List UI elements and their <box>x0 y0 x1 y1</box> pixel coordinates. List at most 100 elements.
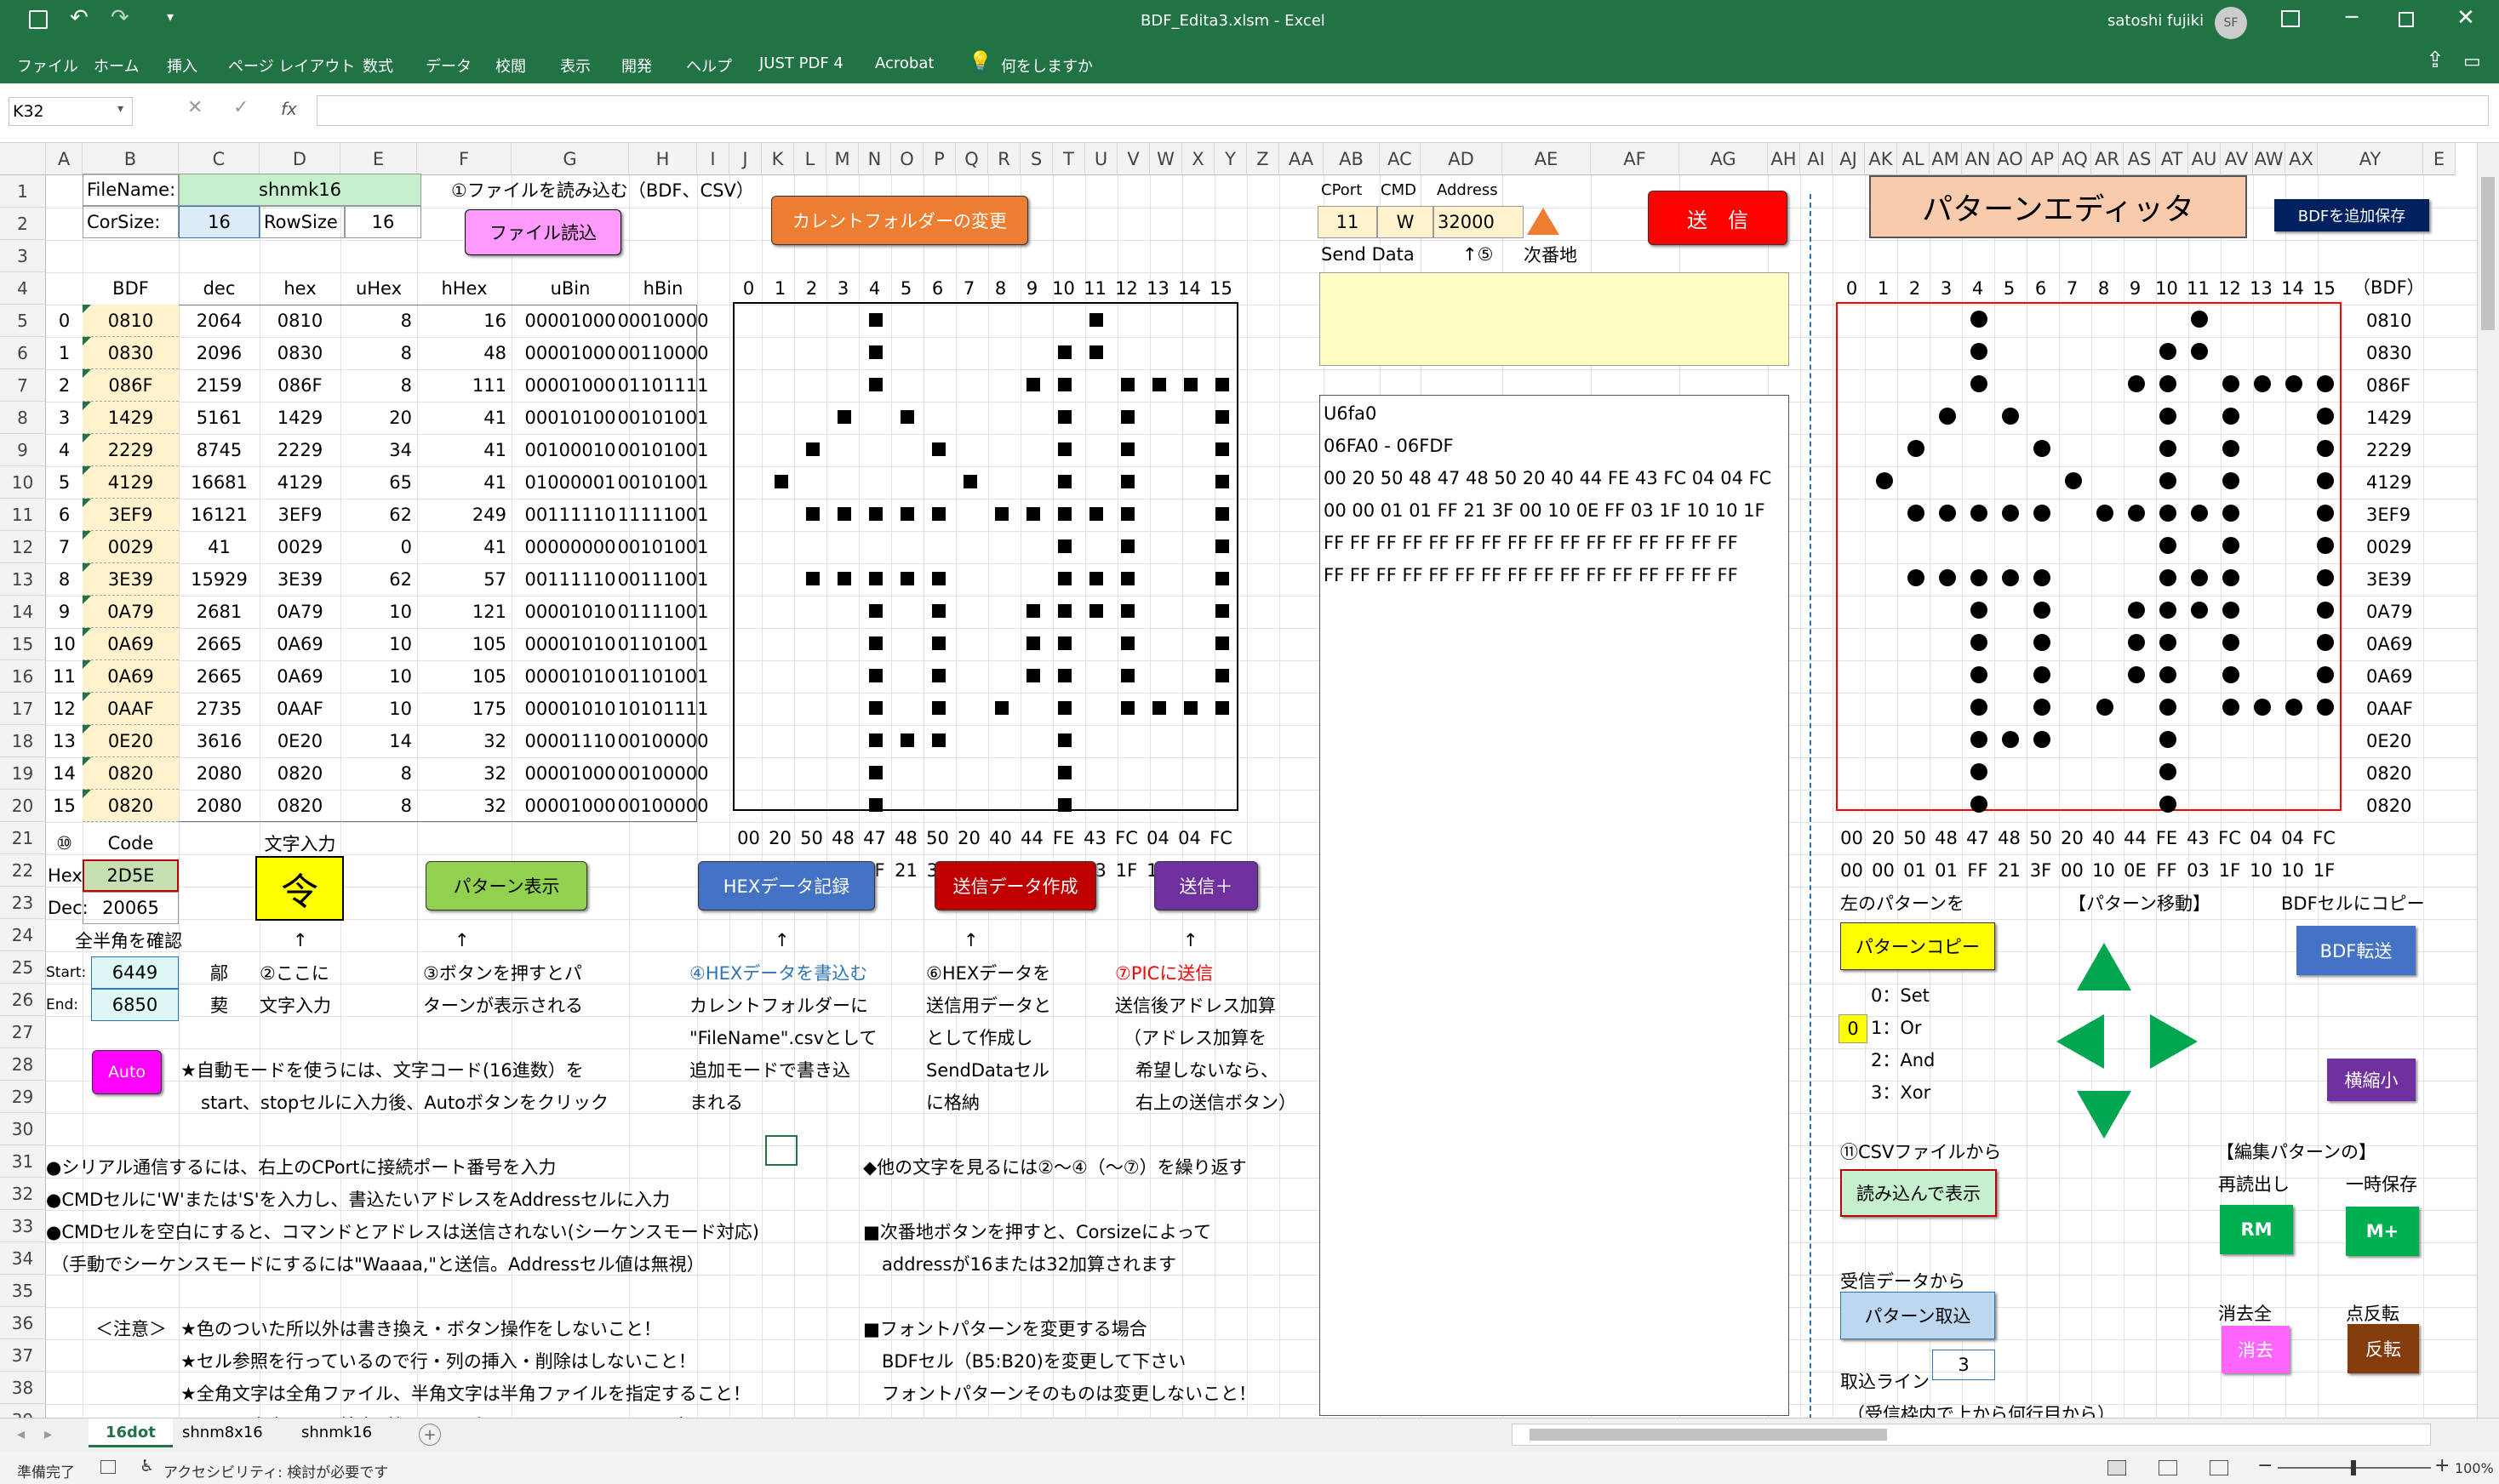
pattern-dot[interactable] <box>2191 343 2208 360</box>
sheet-tab-shnm8x16[interactable]: shnm8x16 <box>182 1424 263 1441</box>
erase-button[interactable]: 消去 <box>2222 1326 2290 1373</box>
pattern-dot[interactable] <box>2033 634 2050 651</box>
column-header[interactable]: AL <box>1897 143 1930 175</box>
pattern-dot[interactable] <box>2065 472 2082 489</box>
row-header[interactable]: 8 <box>0 402 46 434</box>
pattern-dot[interactable] <box>1970 763 1987 780</box>
pattern-dot[interactable] <box>2159 375 2176 392</box>
row-header[interactable]: 27 <box>0 1016 46 1048</box>
formula-input[interactable] <box>317 95 2489 126</box>
column-header[interactable]: AY <box>2318 143 2423 175</box>
pattern-dot[interactable] <box>2096 699 2113 716</box>
column-header[interactable]: J <box>729 143 762 175</box>
pattern-dot[interactable] <box>2159 796 2176 813</box>
pattern-dot[interactable] <box>2033 602 2050 619</box>
column-header[interactable]: I <box>697 143 729 175</box>
column-header[interactable]: AH <box>1768 143 1800 175</box>
avatar[interactable]: SF <box>2215 7 2247 39</box>
pattern-dot[interactable] <box>2222 472 2239 489</box>
hex-code-cell[interactable]: 2D5E <box>83 859 179 892</box>
name-box-dropdown-icon[interactable]: ▾ <box>117 102 123 116</box>
pattern-dot[interactable] <box>2317 375 2334 392</box>
pattern-dot[interactable] <box>1970 666 1987 683</box>
pattern-dot[interactable] <box>2191 505 2208 522</box>
pattern-dot[interactable] <box>2254 699 2271 716</box>
page-break-icon[interactable] <box>2210 1460 2228 1475</box>
row-header[interactable]: 38 <box>0 1372 46 1404</box>
pattern-dot[interactable] <box>2002 569 2019 586</box>
tab-view[interactable]: 表示 <box>560 54 591 77</box>
auto-button[interactable]: Auto <box>92 1050 162 1094</box>
filename-input[interactable]: shnmk16 <box>179 174 421 206</box>
rm-button[interactable]: RM <box>2220 1205 2293 1254</box>
close-icon[interactable]: ✕ <box>2456 5 2475 31</box>
pattern-dot[interactable] <box>2317 634 2334 651</box>
pattern-dot[interactable] <box>2222 634 2239 651</box>
pattern-dot[interactable] <box>1970 602 1987 619</box>
column-header[interactable]: AR <box>2091 143 2124 175</box>
pattern-dot[interactable] <box>1970 375 1987 392</box>
column-header[interactable]: AI <box>1800 143 1833 175</box>
pattern-dot[interactable] <box>2254 375 2271 392</box>
column-header[interactable]: X <box>1182 143 1215 175</box>
invert-button[interactable]: 反転 <box>2347 1324 2419 1373</box>
pattern-dot[interactable] <box>2159 440 2176 457</box>
pattern-dot[interactable] <box>2222 666 2239 683</box>
worksheet-grid[interactable]: A B C D E F G H I J K L M N O P Q R S T U V W X Y Z AA AB AC AD AE AF AG… <box>0 143 2477 1418</box>
column-header[interactable]: AP <box>2027 143 2059 175</box>
column-header[interactable]: AG <box>1679 143 1768 175</box>
pattern-get-button[interactable]: パターン取込 <box>1840 1292 1995 1339</box>
macro-record-icon[interactable] <box>100 1460 116 1474</box>
tell-me-box[interactable]: 何をしますか <box>1001 54 1093 77</box>
undo-icon[interactable]: ↶ <box>70 5 89 31</box>
pattern-dot[interactable] <box>2159 505 2176 522</box>
pattern-dot[interactable] <box>2222 375 2239 392</box>
column-header[interactable]: AF <box>1591 143 1679 175</box>
pattern-dot[interactable] <box>2128 602 2145 619</box>
row-header[interactable]: 21 <box>0 822 46 854</box>
pattern-copy-button[interactable]: パターンコピー <box>1840 922 1995 970</box>
share-icon[interactable]: ⇪ <box>2426 48 2445 73</box>
row-header[interactable]: 24 <box>0 919 46 951</box>
pattern-dot[interactable] <box>2317 505 2334 522</box>
column-header[interactable]: A <box>46 143 83 175</box>
pattern-dot[interactable] <box>1939 569 1956 586</box>
tab-acrobat[interactable]: Acrobat <box>875 54 934 72</box>
column-header[interactable]: U <box>1085 143 1118 175</box>
pattern-dot[interactable] <box>2317 602 2334 619</box>
function-icon[interactable]: fx <box>281 99 297 119</box>
row-header[interactable]: 19 <box>0 757 46 790</box>
column-header[interactable]: AT <box>2156 143 2188 175</box>
row-header[interactable]: 29 <box>0 1081 46 1113</box>
pattern-dot[interactable] <box>2159 537 2176 554</box>
column-header[interactable]: O <box>891 143 924 175</box>
pattern-dot[interactable] <box>2159 699 2176 716</box>
column-header[interactable]: AQ <box>2059 143 2091 175</box>
zoom-slider[interactable] <box>2278 1460 2431 1475</box>
pattern-dot[interactable] <box>2191 311 2208 328</box>
tab-review[interactable]: 校閲 <box>495 54 526 77</box>
row-header[interactable]: 12 <box>0 531 46 563</box>
row-header[interactable]: 10 <box>0 466 46 499</box>
column-header[interactable]: M <box>826 143 859 175</box>
row-header[interactable]: 20 <box>0 790 46 822</box>
shrink-button[interactable]: 横縮小 <box>2327 1059 2416 1101</box>
row-header[interactable]: 34 <box>0 1242 46 1275</box>
pattern-dot[interactable] <box>1907 505 1924 522</box>
column-header[interactable]: R <box>988 143 1021 175</box>
pattern-dot[interactable] <box>2222 537 2239 554</box>
row-header[interactable]: 7 <box>0 369 46 402</box>
user-name[interactable]: satoshi fujiki <box>2107 12 2204 30</box>
tab-home[interactable]: ホーム <box>94 54 139 77</box>
column-header[interactable]: AB <box>1324 143 1380 175</box>
row-header[interactable]: 23 <box>0 887 46 919</box>
pattern-dot[interactable] <box>2285 375 2302 392</box>
column-header[interactable]: AS <box>2124 143 2156 175</box>
pattern-show-button[interactable]: パターン表示 <box>426 861 587 910</box>
column-header[interactable]: AN <box>1962 143 1994 175</box>
tab-file[interactable]: ファイル <box>17 54 78 77</box>
bdf-cell[interactable]: 3E39 <box>83 563 179 596</box>
row-header[interactable]: 28 <box>0 1048 46 1081</box>
pattern-dot[interactable] <box>1970 311 1987 328</box>
row-header[interactable]: 25 <box>0 951 46 984</box>
